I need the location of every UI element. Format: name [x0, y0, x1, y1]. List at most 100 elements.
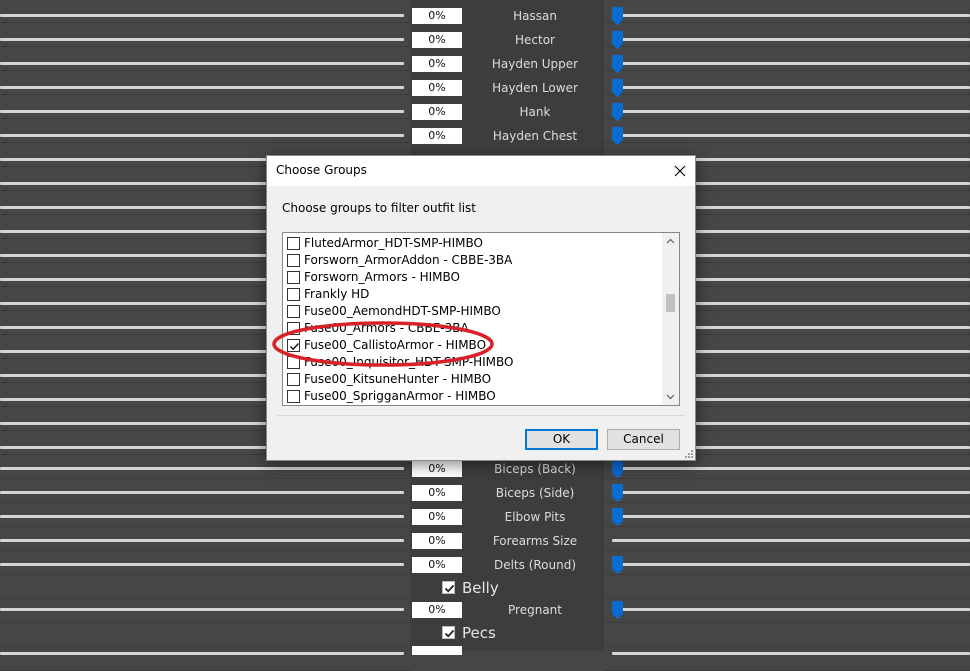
slider-track-left[interactable] — [0, 563, 404, 566]
slider-thumb[interactable] — [612, 601, 623, 619]
group-item-checkbox[interactable] — [287, 356, 300, 369]
slider-track-right[interactable] — [612, 608, 970, 611]
group-item-label: Forsworn_ArmorAddon - CBBE-3BA — [304, 253, 513, 267]
pecs-checkbox[interactable] — [442, 626, 455, 639]
slider-value[interactable]: 0% — [412, 461, 462, 477]
slider-value[interactable]: 0% — [412, 128, 462, 144]
scrollbar-thumb[interactable] — [666, 294, 675, 312]
slider-thumb[interactable] — [612, 484, 623, 502]
slider-track-right[interactable] — [612, 62, 970, 65]
checkmark-icon — [444, 584, 455, 593]
group-item[interactable]: Fuse00_Armors - CBBE-3BA — [286, 320, 661, 337]
belly-checkbox[interactable] — [442, 581, 455, 594]
dialog-instruction: Choose groups to filter outfit list — [282, 201, 476, 215]
slider-label: Hassan — [513, 9, 557, 23]
slider-thumb[interactable] — [612, 79, 623, 97]
slider-row: 0% Hayden Lower — [0, 76, 970, 100]
slider-track-right[interactable] — [612, 110, 970, 113]
group-item-label: Fuse00_KitsuneHunter - HIMBO — [304, 372, 492, 386]
slider-track-right[interactable] — [612, 563, 970, 566]
slider-label: Hayden Upper — [491, 57, 579, 71]
divider — [277, 415, 685, 416]
slider-label: Hector — [515, 33, 555, 47]
close-button[interactable] — [665, 156, 695, 186]
slider-label: Hank — [519, 105, 551, 119]
slider-thumb[interactable] — [612, 31, 623, 49]
section-header-belly[interactable]: Belly — [0, 576, 970, 600]
slider-value[interactable]: 0% — [412, 104, 462, 120]
group-item-checkbox[interactable] — [287, 254, 300, 267]
group-item-label: Fuse00_CallistoArmor - HIMBO — [304, 338, 487, 352]
slider-track-right[interactable] — [612, 467, 970, 470]
scroll-down-arrow-icon[interactable] — [662, 388, 679, 405]
resize-grip-icon[interactable] — [683, 448, 693, 458]
slider-track-left[interactable] — [0, 652, 404, 655]
slider-track-right[interactable] — [612, 14, 970, 17]
slider-track-right[interactable] — [612, 539, 970, 542]
group-item-checkbox[interactable] — [287, 322, 300, 335]
slider-thumb[interactable] — [612, 508, 623, 526]
slider-track-right[interactable] — [612, 86, 970, 89]
slider-track-right[interactable] — [612, 652, 970, 655]
group-item[interactable]: Fuse00_Inquisitor_HDT-SMP-HIMBO — [286, 354, 661, 371]
slider-track-left[interactable] — [0, 38, 404, 41]
group-item[interactable]: Frankly HD — [286, 286, 661, 303]
scroll-up-arrow-icon[interactable] — [662, 233, 679, 250]
slider-thumb[interactable] — [612, 556, 623, 574]
slider-row: 0% Hector — [0, 28, 970, 52]
slider-track-left[interactable] — [0, 515, 404, 518]
slider-track-left[interactable] — [0, 134, 404, 137]
slider-track-left[interactable] — [0, 608, 404, 611]
slider-track-left[interactable] — [0, 110, 404, 113]
slider-track-left[interactable] — [0, 62, 404, 65]
group-item-checkbox[interactable] — [287, 237, 300, 250]
slider-label: Hayden Chest — [492, 129, 578, 143]
slider-value[interactable]: 0% — [412, 8, 462, 24]
group-item[interactable]: Fuse00_KitsuneHunter - HIMBO — [286, 371, 661, 388]
slider-track-left[interactable] — [0, 86, 404, 89]
slider-track-right[interactable] — [612, 491, 970, 494]
slider-track-right[interactable] — [612, 134, 970, 137]
slider-track-right[interactable] — [612, 38, 970, 41]
group-item-checkbox[interactable] — [287, 305, 300, 318]
group-item-checkbox[interactable] — [287, 390, 300, 403]
slider-value[interactable]: 0% — [412, 602, 462, 618]
slider-value[interactable]: 0% — [412, 32, 462, 48]
group-item-checkbox[interactable] — [287, 339, 300, 352]
slider-value[interactable]: 0% — [412, 509, 462, 525]
slider-value[interactable]: 0% — [412, 80, 462, 96]
slider-track-left[interactable] — [0, 14, 404, 17]
slider-track-left[interactable] — [0, 467, 404, 470]
slider-thumb[interactable] — [612, 55, 623, 73]
slider-value[interactable]: 0% — [412, 557, 462, 573]
slider-value[interactable]: 0% — [412, 533, 462, 549]
slider-value[interactable]: 0% — [412, 485, 462, 501]
slider-track-left[interactable] — [0, 491, 404, 494]
section-title: Belly — [462, 579, 499, 597]
group-item[interactable]: Fuse00_AemondHDT-SMP-HIMBO — [286, 303, 661, 320]
slider-track-right[interactable] — [612, 515, 970, 518]
group-item[interactable]: FlutedArmor_HDT-SMP-HIMBO — [286, 235, 661, 252]
slider-track-left[interactable] — [0, 539, 404, 542]
slider-label: Delts (Round) — [493, 558, 577, 572]
slider-thumb[interactable] — [612, 103, 623, 121]
group-item-checkbox[interactable] — [287, 288, 300, 301]
slider-thumb[interactable] — [612, 127, 623, 145]
group-item[interactable]: Fuse00_CallistoArmor - HIMBO — [286, 337, 661, 354]
group-item-label: FlutedArmor_HDT-SMP-HIMBO — [304, 236, 483, 250]
group-item[interactable]: Fuse00_SprigganArmor - HIMBO — [286, 388, 661, 405]
slider-thumb[interactable] — [612, 460, 623, 478]
dialog-titlebar[interactable]: Choose Groups — [267, 156, 695, 186]
slider-value[interactable]: 0% — [412, 56, 462, 72]
slider-thumb[interactable] — [612, 7, 623, 25]
cancel-button[interactable]: Cancel — [607, 429, 680, 450]
group-checklist[interactable]: FlutedArmor_HDT-SMP-HIMBO Forsworn_ArmorA… — [282, 232, 680, 406]
ok-button[interactable]: OK — [525, 429, 598, 450]
group-item[interactable]: Forsworn_Armors - HIMBO — [286, 269, 661, 286]
group-item-checkbox[interactable] — [287, 271, 300, 284]
section-title: Pecs — [462, 624, 496, 642]
group-item[interactable]: Forsworn_ArmorAddon - CBBE-3BA — [286, 252, 661, 269]
vertical-scrollbar[interactable] — [662, 233, 679, 405]
group-item-checkbox[interactable] — [287, 373, 300, 386]
slider-row: 0% Elbow Pits — [0, 505, 970, 529]
